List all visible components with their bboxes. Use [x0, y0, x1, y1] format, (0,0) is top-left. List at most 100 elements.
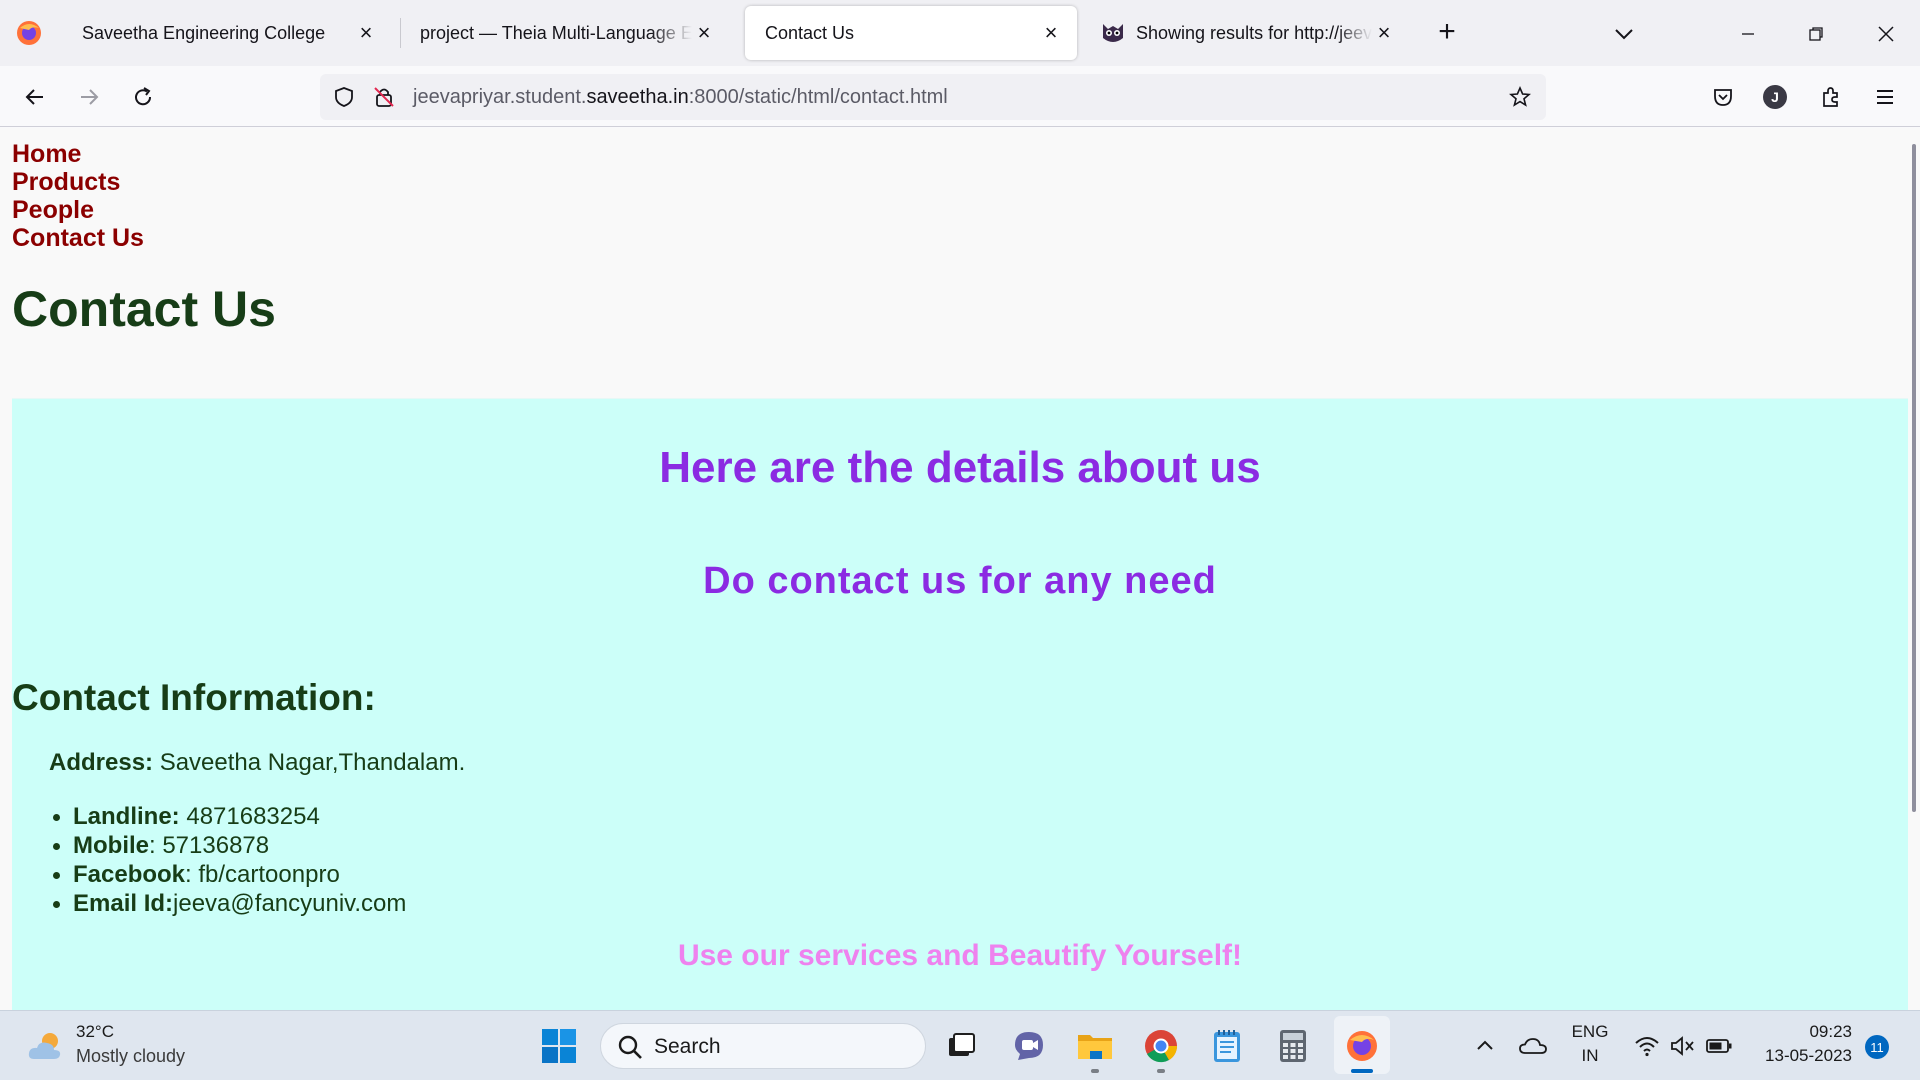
vertical-scrollbar[interactable]	[1908, 128, 1920, 1011]
clock-date[interactable]: 13-05-2023	[1744, 1046, 1852, 1066]
input-language-line2[interactable]: IN	[1568, 1046, 1612, 1066]
firefox-button[interactable]	[1341, 1025, 1383, 1067]
minimize-button[interactable]	[1728, 14, 1768, 54]
new-tab-button[interactable]: +	[1432, 17, 1462, 48]
restore-button[interactable]	[1796, 14, 1836, 54]
volume-muted-icon	[1671, 1036, 1694, 1056]
calculator-button[interactable]	[1272, 1025, 1314, 1067]
start-button[interactable]	[538, 1025, 580, 1067]
chrome-button[interactable]	[1140, 1025, 1182, 1067]
contact-info-list: Landline: 4871683254 Mobile: 57136878 Fa…	[49, 802, 406, 918]
nav-link-people[interactable]: People	[12, 196, 144, 224]
firefox-running-indicator	[1351, 1069, 1373, 1073]
tab-title: project — Theia Multi-Language Example	[420, 22, 692, 43]
input-language-line1[interactable]: ENG	[1568, 1022, 1612, 1042]
task-view-icon	[949, 1033, 975, 1056]
close-icon[interactable]: ×	[1039, 20, 1063, 45]
minimize-icon	[1742, 33, 1754, 35]
navigation-toolbar: jeevapriyar.student.saveetha.in:8000/sta…	[0, 66, 1920, 127]
list-item-email: Email Id:jeeva@fancyuniv.com	[49, 889, 406, 918]
url-text[interactable]: jeevapriyar.student.saveetha.in:8000/sta…	[413, 86, 948, 109]
address-label: Address:	[49, 749, 154, 776]
pocket-button[interactable]	[1704, 78, 1742, 116]
wifi-icon	[1635, 1037, 1659, 1057]
nav-link-contact-us[interactable]: Contact Us	[12, 224, 144, 252]
url-path: :8000/static/html/contact.html	[688, 86, 948, 108]
notepad-icon	[1214, 1030, 1240, 1062]
address-row: Address: Saveetha Nagar,Thandalam.	[49, 749, 465, 777]
mobile-label: Mobile	[73, 832, 149, 859]
nav-link-products[interactable]: Products	[12, 168, 144, 196]
search-icon	[618, 1035, 642, 1059]
chevron-up-icon	[1477, 1040, 1493, 1050]
back-arrow-icon	[25, 89, 43, 105]
clock-time[interactable]: 09:23	[1750, 1022, 1852, 1042]
chrome-running-indicator	[1157, 1069, 1165, 1073]
teams-chat-button[interactable]	[1008, 1025, 1050, 1067]
services-tagline: Use our services and Beautify Yourself!	[677, 939, 1243, 972]
extensions-button[interactable]	[1812, 78, 1850, 116]
close-icon[interactable]: ×	[1372, 20, 1396, 45]
tab-strip: Saveetha Engineering College × project —…	[0, 0, 1920, 66]
close-icon[interactable]: ×	[354, 20, 378, 45]
address-value: Saveetha Nagar,Thandalam.	[153, 749, 466, 776]
scrollbar-thumb[interactable]	[1912, 144, 1916, 812]
tab-contact-us[interactable]: Contact Us ×	[745, 6, 1077, 60]
back-button[interactable]	[16, 78, 54, 116]
cloudy-weather-icon[interactable]	[26, 1029, 66, 1063]
tracking-protection-shield-icon[interactable]	[332, 85, 356, 109]
weather-description[interactable]: Mostly cloudy	[76, 1046, 185, 1067]
tab-title: Showing results for http://jeevapriyar	[1136, 22, 1372, 43]
weather-temperature[interactable]: 32°C	[76, 1022, 114, 1042]
battery-button[interactable]	[1698, 1025, 1740, 1067]
onedrive-button[interactable]	[1512, 1025, 1554, 1067]
close-window-button[interactable]	[1866, 14, 1906, 54]
reload-button[interactable]	[124, 78, 162, 116]
explorer-running-indicator	[1091, 1069, 1099, 1073]
facebook-label: Facebook	[73, 861, 186, 888]
url-prefix: jeevapriyar.student.	[413, 86, 587, 108]
url-host: saveetha.in	[586, 86, 689, 108]
search-label: Search	[654, 1035, 721, 1058]
close-icon[interactable]: ×	[692, 20, 716, 45]
email-label: Email Id:	[73, 890, 174, 917]
list-item-facebook: Facebook: fb/cartoonpro	[49, 860, 406, 889]
firefox-icon	[1347, 1031, 1377, 1061]
puzzle-piece-icon	[1823, 87, 1838, 107]
contact-content-box: Here are the details about us Do contact…	[12, 398, 1908, 1011]
tab-theia-project[interactable]: project — Theia Multi-Language Example ×	[400, 6, 730, 60]
account-button[interactable]: J	[1756, 78, 1794, 116]
notepad-button[interactable]	[1206, 1025, 1248, 1067]
forward-button[interactable]	[70, 78, 108, 116]
list-item-landline: Landline: 4871683254	[49, 802, 406, 831]
avatar-initial: J	[1771, 89, 1779, 105]
firefox-menu-icon[interactable]	[14, 18, 44, 48]
task-view-button[interactable]	[940, 1025, 982, 1067]
restore-icon	[1809, 27, 1823, 41]
app-menu-button[interactable]	[1866, 78, 1904, 116]
notification-count-badge[interactable]: 11	[1865, 1035, 1889, 1059]
nav-link-home[interactable]: Home	[12, 140, 144, 168]
file-explorer-button[interactable]	[1074, 1025, 1116, 1067]
onedrive-cloud-icon	[1519, 1038, 1547, 1054]
page-viewport: Home Products People Contact Us Contact …	[0, 128, 1908, 1011]
list-item-mobile: Mobile: 57136878	[49, 831, 406, 860]
tab-title: Saveetha Engineering College	[82, 22, 326, 43]
close-icon	[1878, 26, 1894, 42]
page-title: Contact Us	[12, 281, 276, 337]
hamburger-menu-icon	[1877, 90, 1893, 104]
address-bar[interactable]: jeevapriyar.student.saveetha.in:8000/sta…	[320, 74, 1546, 120]
insecure-lock-icon[interactable]	[372, 85, 396, 109]
owl-favicon-icon	[1103, 24, 1123, 42]
mobile-value: : 57136878	[149, 832, 270, 859]
taskbar-search-box[interactable]: Search	[600, 1023, 926, 1069]
tab-saveetha[interactable]: Saveetha Engineering College ×	[62, 6, 392, 60]
show-hidden-icons-button[interactable]	[1464, 1025, 1506, 1067]
reload-icon	[135, 87, 152, 106]
bookmark-star-icon[interactable]	[1508, 85, 1532, 109]
email-value: jeeva@fancyuniv.com	[173, 890, 407, 917]
list-all-tabs-icon[interactable]	[1610, 20, 1638, 48]
windows-taskbar: 32°C Mostly cloudy Search ENG IN 09:23 1…	[0, 1010, 1920, 1080]
forward-arrow-icon	[81, 89, 99, 105]
tab-search-results[interactable]: Showing results for http://jeevapriyar ×	[1080, 6, 1410, 60]
